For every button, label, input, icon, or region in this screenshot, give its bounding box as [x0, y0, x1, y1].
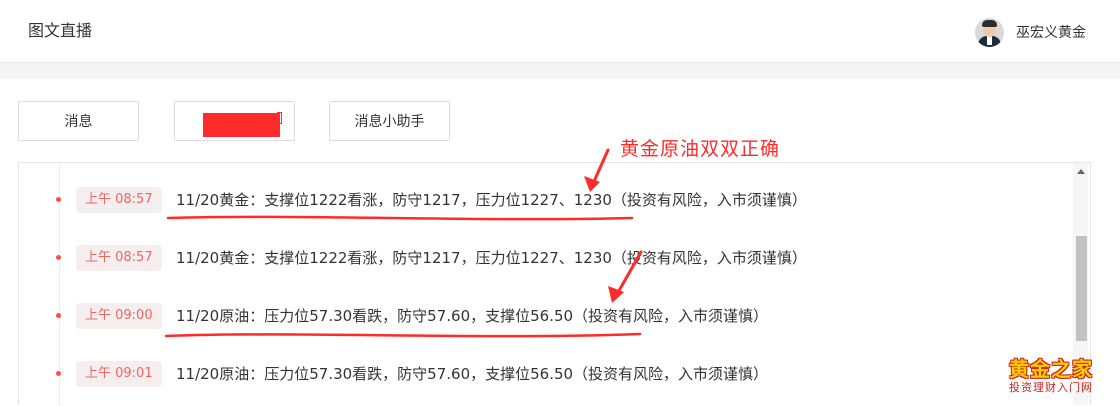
message-text: 11/20黄金：支撑位1222看涨，防守1217，压力位1227、1230（投资…: [176, 249, 807, 267]
time-badge: 上午 09:00: [76, 303, 162, 329]
redaction-block: [203, 113, 280, 137]
tab-messages[interactable]: 消息: [18, 101, 139, 141]
timeline-dot: [56, 371, 61, 376]
message-text: 11/20原油：压力位57.30看跌，防守57.60，支撑位56.50（投资有风…: [176, 307, 769, 325]
timeline-dot: [56, 197, 61, 202]
avatar[interactable]: [975, 17, 1004, 47]
watermark-subtitle: 投资理财入门网: [1009, 381, 1093, 394]
user-profile[interactable]: 巫宏义黄金: [975, 16, 1086, 48]
tab-messages-label: 消息: [64, 114, 93, 130]
watermark-logo: 黄金之家 投资理财入门网: [998, 357, 1104, 403]
scroll-thumb[interactable]: [1076, 236, 1087, 341]
redaction-mark: [277, 112, 282, 124]
time-badge: 上午 08:57: [76, 187, 162, 213]
timeline-dot: [56, 313, 61, 318]
timeline-dot: [56, 255, 61, 260]
time-badge: 上午 08:57: [76, 245, 162, 271]
message-timeline-panel[interactable]: 上午 08:57 11/20黄金：支撑位1222看涨，防守1217，压力位122…: [18, 162, 1091, 406]
top-navbar: 图文直播 巫宏义黄金: [0, 0, 1120, 63]
watermark-title: 黄金之家: [1009, 357, 1093, 381]
page-title: 图文直播: [28, 21, 93, 40]
tab-assistant-label: 消息小助手: [354, 114, 425, 130]
scroll-up-arrow-icon[interactable]: [1077, 169, 1085, 174]
tab-assistant[interactable]: 消息小助手: [329, 101, 450, 141]
message-text: 11/20原油：压力位57.30看跌，防守57.60，支撑位56.50（投资有风…: [176, 365, 769, 383]
header-divider: [0, 63, 1120, 79]
tab-redacted[interactable]: [174, 101, 295, 141]
message-text: 11/20黄金：支撑位1222看涨，防守1217，压力位1227、1230（投资…: [176, 191, 807, 209]
time-badge: 上午 09:01: [76, 361, 162, 387]
username-label[interactable]: 巫宏义黄金: [1016, 22, 1086, 42]
annotation-text: 黄金原油双双正确: [620, 138, 781, 160]
